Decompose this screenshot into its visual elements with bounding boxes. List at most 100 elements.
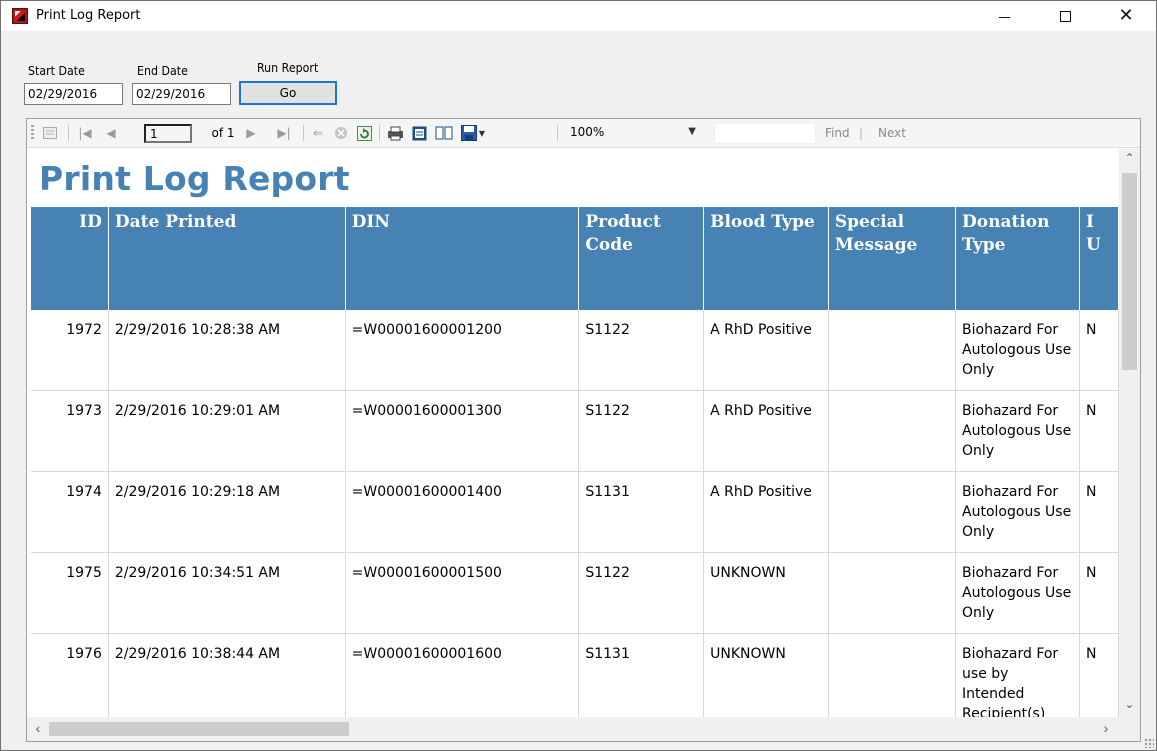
cell-blood-type: A RhD Positive <box>703 310 829 391</box>
dropdown-arrow-icon: ▼ <box>478 128 486 138</box>
title-bar: Print Log Report ✕ <box>1 1 1156 31</box>
cell-id: 1974 <box>31 471 109 553</box>
previous-page-icon: ◀ <box>106 126 116 140</box>
last-page-button[interactable]: ▶| <box>274 124 294 142</box>
cell-date-printed: 2/29/2016 10:38:44 AM <box>108 633 346 717</box>
table-row: 1974 2/29/2016 10:29:18 AM =W00001600001… <box>31 471 1119 553</box>
next-link[interactable]: Next <box>878 126 906 140</box>
vertical-scroll-thumb[interactable] <box>1122 173 1137 370</box>
vertical-scrollbar[interactable]: ⌃ ⌄ <box>1119 149 1140 717</box>
close-icon: ✕ <box>1118 5 1134 26</box>
export-button[interactable]: ▼ <box>459 124 487 142</box>
next-page-button[interactable]: ▶ <box>243 124 259 142</box>
column-header-special-message: Special Message <box>828 207 957 310</box>
minimize-button[interactable] <box>981 1 1027 31</box>
maximize-icon <box>1059 10 1071 22</box>
previous-page-button[interactable]: ◀ <box>103 124 119 142</box>
report-toolbar: |◀ ◀ of 1 ▶ ▶| ⇐ <box>27 119 1140 148</box>
go-button[interactable]: Go <box>239 81 337 105</box>
table-row: 1973 2/29/2016 10:29:01 AM =W00001600001… <box>31 390 1119 472</box>
cell-blood-type: UNKNOWN <box>703 633 829 717</box>
find-separator: | <box>859 126 864 140</box>
cell-special-message <box>828 552 957 634</box>
print-button[interactable] <box>385 124 405 142</box>
stop-icon <box>335 127 347 139</box>
cell-date-printed: 2/29/2016 10:28:38 AM <box>108 310 346 391</box>
cell-product-code: S1131 <box>578 471 705 553</box>
save-icon <box>460 125 477 141</box>
refresh-icon <box>356 125 372 141</box>
cell-partial: N <box>1079 633 1119 717</box>
column-header-partial: I U <box>1079 207 1119 310</box>
find-input[interactable] <box>714 123 816 144</box>
document-map-button[interactable] <box>39 124 61 142</box>
find-link[interactable]: Find <box>825 126 850 140</box>
scroll-right-icon[interactable]: › <box>1097 720 1115 738</box>
cell-date-printed: 2/29/2016 10:29:01 AM <box>108 390 346 472</box>
page-setup-icon <box>435 126 453 140</box>
cell-blood-type: A RhD Positive <box>703 390 829 472</box>
table-header-row: ID Date Printed DIN Product Code Blood T… <box>31 207 1119 310</box>
printer-icon <box>387 126 403 140</box>
cell-product-code: S1131 <box>578 633 705 717</box>
start-date-label: Start Date <box>28 64 85 78</box>
print-log-table: ID Date Printed DIN Product Code Blood T… <box>31 207 1119 717</box>
cell-id: 1976 <box>31 633 109 717</box>
cell-special-message <box>828 310 957 391</box>
scroll-down-icon[interactable]: ⌄ <box>1119 697 1140 715</box>
app-icon <box>12 8 28 24</box>
cell-product-code: S1122 <box>578 310 705 391</box>
cell-product-code: S1122 <box>578 552 705 634</box>
cell-donation-type: Biohazard For Autologous Use Only <box>955 390 1080 472</box>
back-button[interactable]: ⇐ <box>309 124 327 142</box>
current-page-input[interactable] <box>144 124 192 143</box>
cell-din: =W00001600001300 <box>345 390 580 472</box>
toolbar-grip-icon <box>31 125 34 141</box>
scroll-left-icon[interactable]: ‹ <box>29 720 47 738</box>
cell-product-code: S1122 <box>578 390 705 472</box>
column-header-donation-type: Donation Type <box>955 207 1080 310</box>
cell-special-message <box>828 633 957 717</box>
resize-grip-icon[interactable] <box>1144 738 1154 748</box>
next-page-icon: ▶ <box>246 126 256 140</box>
first-page-button[interactable]: |◀ <box>75 124 95 142</box>
horizontal-scroll-thumb[interactable] <box>49 722 349 736</box>
column-header-product-code: Product Code <box>578 207 705 310</box>
table-row: 1975 2/29/2016 10:34:51 AM =W00001600001… <box>31 552 1119 634</box>
close-button[interactable]: ✕ <box>1103 1 1149 31</box>
stop-button[interactable] <box>332 124 350 142</box>
document-map-icon <box>43 127 57 139</box>
cell-date-printed: 2/29/2016 10:29:18 AM <box>108 471 346 553</box>
report-title: Print Log Report <box>39 159 350 198</box>
last-page-icon: ▶| <box>277 126 291 140</box>
horizontal-scrollbar[interactable]: ‹ › <box>27 717 1119 741</box>
refresh-button[interactable] <box>355 124 373 142</box>
cell-special-message <box>828 390 957 472</box>
back-arrow-icon: ⇐ <box>312 126 324 140</box>
start-date-input[interactable] <box>24 83 123 105</box>
page-setup-button[interactable] <box>433 124 455 142</box>
print-log-window: Print Log Report ✕ Start Date End Date R… <box>0 0 1157 751</box>
cell-partial: N <box>1079 552 1119 634</box>
scroll-up-icon[interactable]: ⌃ <box>1119 151 1140 169</box>
end-date-input[interactable] <box>132 83 231 105</box>
column-header-date-printed: Date Printed <box>108 207 346 310</box>
cell-donation-type: Biohazard For Autologous Use Only <box>955 471 1080 553</box>
maximize-button[interactable] <box>1042 1 1088 31</box>
print-layout-button[interactable] <box>409 124 429 142</box>
window-title: Print Log Report <box>36 8 141 23</box>
cell-id: 1972 <box>31 310 109 391</box>
cell-partial: N <box>1079 471 1119 553</box>
cell-din: =W00001600001200 <box>345 310 580 391</box>
page-count: of 1 <box>211 126 235 140</box>
cell-id: 1973 <box>31 390 109 472</box>
zoom-select[interactable]: 100% ▼ <box>564 123 700 144</box>
cell-din: =W00001600001500 <box>345 552 580 634</box>
first-page-icon: |◀ <box>78 126 92 140</box>
cell-partial: N <box>1079 310 1119 391</box>
column-header-din: DIN <box>345 207 580 310</box>
column-header-id: ID <box>31 207 109 310</box>
cell-special-message <box>828 471 957 553</box>
zoom-value: 100% <box>570 125 605 139</box>
scrollbar-corner <box>1119 717 1140 741</box>
